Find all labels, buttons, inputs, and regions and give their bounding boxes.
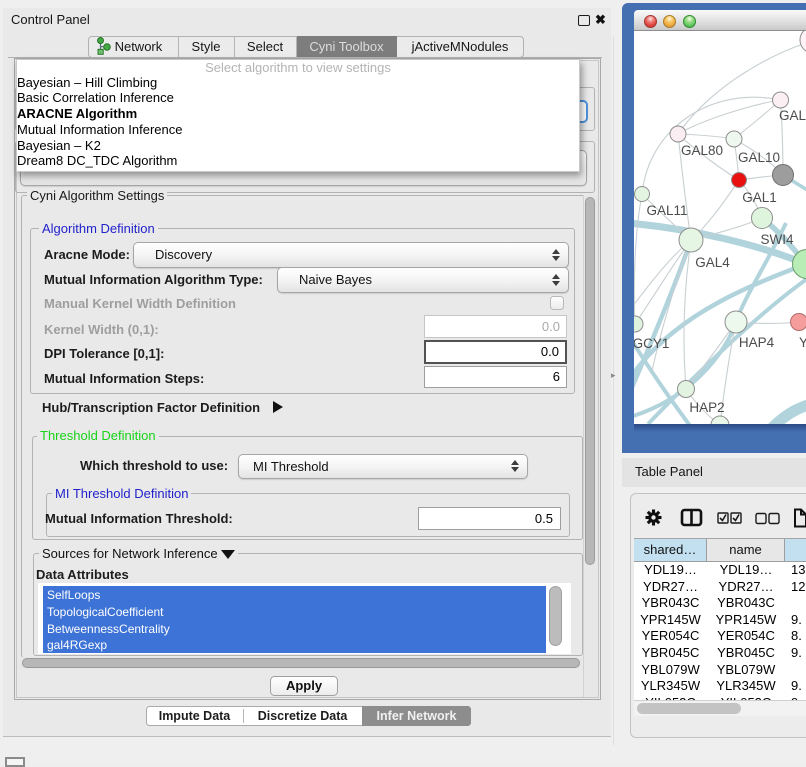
svg-text:GAL7: GAL7 (779, 108, 806, 123)
svg-text:GAL4: GAL4 (695, 255, 730, 270)
svg-text:GCY1: GCY1 (634, 336, 669, 351)
svg-text:GAL11: GAL11 (646, 203, 687, 218)
svg-text:GAL1: GAL1 (742, 190, 777, 205)
svg-text:YJR: YJR (799, 335, 806, 350)
svg-text:SWI4: SWI4 (760, 232, 793, 247)
svg-text:HAP2: HAP2 (689, 400, 724, 415)
svg-text:GAL10: GAL10 (738, 150, 780, 165)
svg-text:HAP4: HAP4 (739, 335, 775, 350)
svg-text:GAL80: GAL80 (681, 143, 723, 158)
